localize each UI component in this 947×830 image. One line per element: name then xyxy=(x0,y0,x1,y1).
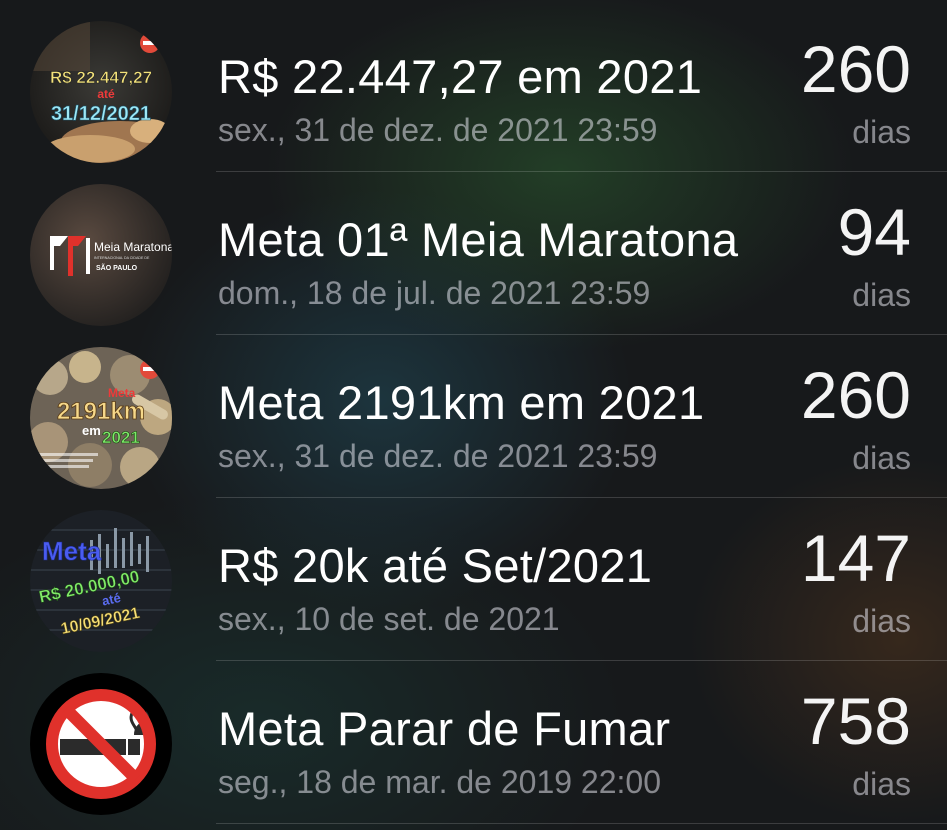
countdown-date: dom., 18 de jul. de 2021 23:59 xyxy=(218,275,651,311)
days-remaining: 260 xyxy=(800,358,911,432)
row-divider xyxy=(216,823,947,824)
thumbnail-text: Meia Maratona xyxy=(94,240,172,254)
thumbnail-text: SÃO PAULO xyxy=(96,263,138,272)
row-divider xyxy=(216,334,947,335)
thumbnail-text: em xyxy=(82,423,101,438)
days-remaining: 260 xyxy=(800,32,911,106)
thumbnail-text: R$ 22.447,27 xyxy=(50,68,152,87)
thumbnail-text: Meta xyxy=(42,536,102,566)
days-unit: dias xyxy=(852,440,911,476)
thumbnail-text: 31/12/2021 xyxy=(51,103,151,125)
countdown-title: Meta 2191km em 2021 xyxy=(218,376,705,429)
countdown-title: Meta Parar de Fumar xyxy=(218,702,671,755)
days-remaining: 147 xyxy=(800,521,911,595)
days-remaining: 94 xyxy=(837,195,911,269)
countdown-date: sex., 31 de dez. de 2021 23:59 xyxy=(218,112,658,148)
countdown-title: Meta 01ª Meia Maratona xyxy=(218,213,739,266)
countdown-row[interactable]: R$ 22.447,27 até 31/12/2021 R$ 22.447,27… xyxy=(0,9,947,171)
marathon-logo-icon: Meia Maratona INTERNACIONAL DA CIDADE DE… xyxy=(30,184,172,326)
thumbnail-text: até xyxy=(97,87,115,101)
countdown-title: R$ 20k até Set/2021 xyxy=(218,539,653,592)
money-rolls-icon: R$ 22.447,27 até 31/12/2021 xyxy=(30,21,172,163)
countdown-date: seg., 18 de mar. de 2019 22:00 xyxy=(218,764,661,800)
countdown-date: sex., 31 de dez. de 2021 23:59 xyxy=(218,438,658,474)
countdown-row[interactable]: Meta R$ 20.000,00 até 10/09/2021 R$ 20k … xyxy=(0,498,947,660)
days-unit: dias xyxy=(852,114,911,150)
days-unit: dias xyxy=(852,603,911,639)
row-divider xyxy=(216,171,947,172)
coins-icon: Meta 2191km em 2021 xyxy=(30,347,172,489)
row-divider xyxy=(216,660,947,661)
thumbnail-text: INTERNACIONAL DA CIDADE DE xyxy=(94,256,150,260)
countdown-row[interactable]: Meta 2191km em 2021 Meta 2191km em 2021 … xyxy=(0,335,947,497)
thumbnail-text: 2191km xyxy=(57,398,145,425)
thumbnail-text: 2021 xyxy=(102,428,140,447)
days-remaining: 758 xyxy=(800,684,911,758)
row-divider xyxy=(216,497,947,498)
countdown-row[interactable]: Meia Maratona INTERNACIONAL DA CIDADE DE… xyxy=(0,172,947,334)
countdown-date: sex., 10 de set. de 2021 xyxy=(218,601,560,637)
no-smoking-icon xyxy=(30,673,172,815)
days-unit: dias xyxy=(852,766,911,802)
countdown-list: R$ 22.447,27 até 31/12/2021 R$ 22.447,27… xyxy=(0,0,947,830)
stock-chart-icon: Meta R$ 20.000,00 até 10/09/2021 xyxy=(30,510,172,652)
countdown-row[interactable]: Meta Parar de Fumar seg., 18 de mar. de … xyxy=(0,661,947,823)
countdown-title: R$ 22.447,27 em 2021 xyxy=(218,50,703,103)
days-unit: dias xyxy=(852,277,911,313)
